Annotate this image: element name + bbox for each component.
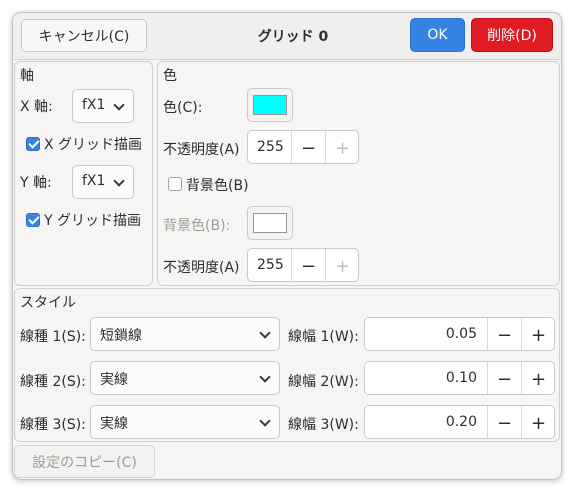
color-swatch	[253, 95, 287, 115]
background-checkbox-label: 背景色(B)	[186, 178, 249, 194]
line-type-2-value: 実線	[100, 372, 128, 388]
y-axis-value: fX1	[82, 173, 106, 189]
line-width-3-increase-button[interactable]: +	[521, 406, 554, 438]
line-width-3-label: 線幅 3(W):	[288, 417, 359, 433]
opacity-value: 255	[257, 139, 284, 155]
color-heading: 色	[163, 68, 177, 84]
line-width-3-decrease-button[interactable]: −	[487, 406, 521, 438]
line-type-2-select[interactable]: 実線	[90, 361, 280, 395]
color-frame: 色 色(C): 不透明度(A) 255 − + 背景色(B) 背景色(B): 不…	[157, 61, 560, 286]
opacity-spin[interactable]: 255 − +	[247, 130, 359, 164]
line-width-2-spin[interactable]: 0.10 − +	[364, 361, 555, 395]
y-axis-label: Y 軸:	[20, 175, 52, 191]
chevron-down-icon	[259, 327, 271, 339]
line-width-1-value: 0.05	[445, 326, 477, 342]
line-width-1-increase-button[interactable]: +	[521, 318, 554, 350]
axis-frame: 軸 X 軸: fX1 X グリッド描画 Y 軸: fX1 Y グリッド描画	[14, 61, 153, 286]
x-grid-check-icon	[26, 137, 40, 151]
line-width-2-label: 線幅 2(W):	[288, 374, 359, 390]
delete-button[interactable]: 削除(D)	[471, 18, 553, 52]
opacity-label: 不透明度(A)	[163, 142, 240, 158]
line-width-3-value: 0.20	[445, 414, 477, 430]
background-opacity-increase-button[interactable]: +	[325, 249, 358, 281]
background-color-swatch	[253, 213, 287, 233]
background-opacity-label: 不透明度(A)	[163, 260, 240, 276]
cancel-button[interactable]: キャンセル(C)	[21, 19, 147, 52]
y-grid-check-icon	[26, 213, 40, 227]
line-type-1-value: 短鎖線	[100, 328, 142, 344]
line-width-1-decrease-button[interactable]: −	[487, 318, 521, 350]
chevron-down-icon	[113, 99, 125, 111]
y-grid-label: Y グリッド描画	[44, 213, 142, 229]
chevron-down-icon	[113, 175, 125, 187]
line-width-2-increase-button[interactable]: +	[521, 362, 554, 394]
line-type-2-label: 線種 2(S):	[20, 374, 86, 390]
x-axis-value: fX1	[82, 97, 106, 113]
background-opacity-value: 255	[257, 257, 284, 273]
background-color-label: 背景色(B):	[163, 218, 231, 234]
x-axis-select[interactable]: fX1	[72, 89, 134, 123]
background-opacity-decrease-button[interactable]: −	[291, 249, 325, 281]
grid-dialog: キャンセル(C) グリッド 0 OK 削除(D) 軸 X 軸: fX1 X グリ…	[12, 12, 562, 480]
opacity-decrease-button[interactable]: −	[291, 131, 325, 163]
line-type-3-value: 実線	[100, 416, 128, 432]
dialog-header: キャンセル(C) グリッド 0 OK 削除(D)	[13, 13, 561, 60]
x-grid-label: X グリッド描画	[44, 137, 143, 153]
opacity-increase-button[interactable]: +	[325, 131, 358, 163]
style-frame: スタイル 線種 1(S): 短鎖線 線幅 1(W): 0.05 − + 線種 2…	[14, 288, 560, 442]
color-label: 色(C):	[163, 100, 203, 116]
y-axis-select[interactable]: fX1	[72, 165, 134, 199]
style-heading: スタイル	[20, 295, 76, 311]
line-type-1-label: 線種 1(S):	[20, 329, 86, 345]
line-type-3-select[interactable]: 実線	[90, 405, 280, 439]
copy-settings-button[interactable]: 設定のコピー(C)	[14, 445, 155, 478]
line-type-3-label: 線種 3(S):	[20, 417, 86, 433]
background-check-icon	[168, 177, 182, 191]
color-button[interactable]	[247, 88, 293, 122]
background-opacity-spin[interactable]: 255 − +	[247, 248, 359, 282]
x-axis-label: X 軸:	[20, 99, 53, 115]
dialog-title: グリッド 0	[257, 29, 329, 45]
axis-heading: 軸	[20, 68, 34, 84]
line-width-2-decrease-button[interactable]: −	[487, 362, 521, 394]
chevron-down-icon	[259, 371, 271, 383]
line-width-1-label: 線幅 1(W):	[288, 329, 359, 345]
line-width-3-spin[interactable]: 0.20 − +	[364, 405, 555, 439]
line-type-1-select[interactable]: 短鎖線	[90, 317, 280, 351]
background-color-button[interactable]	[247, 206, 293, 240]
chevron-down-icon	[259, 415, 271, 427]
line-width-1-spin[interactable]: 0.05 − +	[364, 317, 555, 351]
ok-button[interactable]: OK	[410, 18, 465, 52]
line-width-2-value: 0.10	[445, 370, 477, 386]
